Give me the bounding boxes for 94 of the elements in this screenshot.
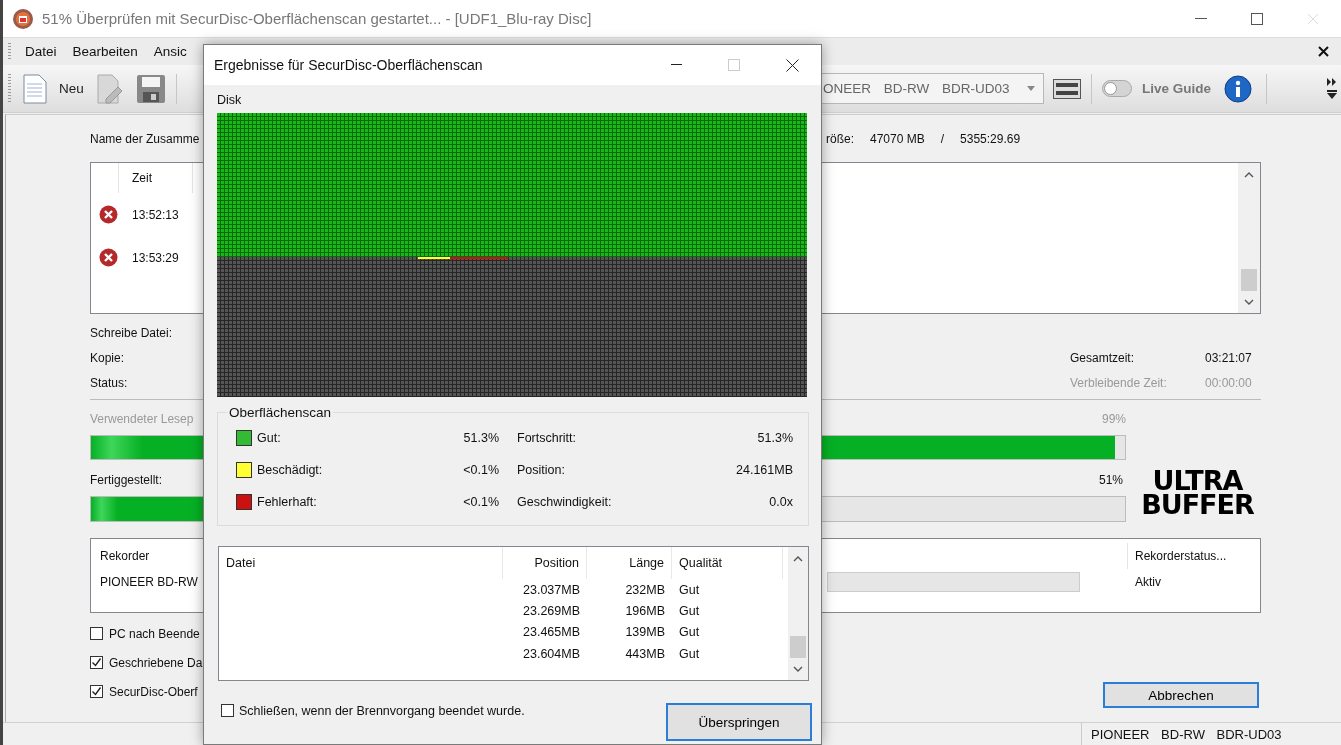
field-label: Geschwindigkeit:	[517, 495, 612, 509]
menu-item[interactable]: Bearbeiten	[65, 44, 145, 59]
chevron-down-icon[interactable]	[793, 665, 803, 673]
scrollbar[interactable]	[1238, 163, 1260, 313]
table-cell-text: PIONEER BD-RW	[100, 575, 199, 589]
scrollbar-thumb[interactable]	[790, 636, 806, 658]
field-label: Gesamtzeit:	[1070, 350, 1136, 365]
field-label: Verwendeter Lesep	[90, 412, 194, 426]
save-button[interactable]	[135, 73, 166, 104]
column-header[interactable]: Zeit	[119, 163, 193, 193]
table-cell: 13:52:13	[132, 207, 179, 222]
field-label: röße:	[826, 132, 854, 146]
field-value: <0.1%	[463, 463, 499, 477]
column-header[interactable]: Länge	[587, 547, 672, 579]
table-cell-text: Aktiv	[1134, 575, 1162, 589]
checkbox-label: PC nach Beende	[109, 626, 200, 641]
progress-reading: 51%	[1098, 473, 1123, 487]
drive-button[interactable]	[1053, 78, 1081, 99]
progress-reading: 99%	[1101, 412, 1126, 426]
table-cell-text: 23.269MB	[522, 603, 581, 618]
minimize-icon[interactable]	[1195, 17, 1207, 20]
caret-icon[interactable]	[1027, 86, 1035, 91]
close-icon[interactable]	[1318, 46, 1329, 57]
field-value: 47070 MB	[870, 132, 925, 146]
cancel-button[interactable]: Abbrechen	[1103, 682, 1259, 708]
field-value: 24.161MB	[736, 463, 793, 477]
checkbox[interactable]	[90, 685, 103, 698]
field-value: 51.3%	[463, 431, 499, 445]
field-label: Status:	[90, 375, 129, 390]
table-cell-text: 23.604MB	[522, 646, 581, 661]
brand-logo: ULTRA BUFFER	[1140, 469, 1255, 517]
scrollbar-thumb[interactable]	[1241, 269, 1257, 291]
field-value: 00:00:00	[1205, 375, 1253, 390]
info-button[interactable]	[1224, 74, 1253, 103]
dialog-title: Ergebnisse für SecurDisc-Oberflächenscan	[214, 57, 483, 73]
field-value: 51.3%	[757, 431, 793, 445]
checkbox-label: SecurDisc-Oberf	[109, 684, 198, 699]
field-label: Schreibe Datei:	[90, 325, 174, 340]
table-cell: 13:53:29	[132, 250, 179, 265]
table-cell-text: 196MB	[624, 603, 666, 618]
column-header[interactable]: Position	[503, 547, 587, 579]
table-cell-text: Gut	[678, 603, 701, 618]
window-title: 51% Überprüfen mit SecurDisc-Oberflächenscan gestartet... - [UDF1_Blu-ray Disc]	[42, 10, 592, 27]
field-label: Name der Zusamme	[90, 132, 201, 146]
field-label: Gut:	[257, 431, 281, 445]
field-label: Beschädigt:	[257, 463, 323, 477]
section-label: Disk	[217, 93, 243, 109]
maximize-icon[interactable]	[1251, 12, 1263, 25]
field-value: <0.1%	[463, 495, 499, 509]
checkbox[interactable]	[90, 656, 103, 669]
field-label: Fertiggestellt:	[90, 473, 163, 487]
field-label: Kopie:	[90, 350, 126, 365]
column-header[interactable]: Rekorderstatus...	[1127, 543, 1260, 569]
separator-text: /	[940, 132, 945, 146]
column-header[interactable]: Qualität	[672, 547, 783, 579]
minimize-icon[interactable]	[670, 64, 682, 66]
toggle-label: Live Guide	[1142, 81, 1212, 96]
checkbox-label: Schließen, wenn der Brennvorgang beendet wurde.	[239, 703, 525, 718]
chevron-up-icon[interactable]	[793, 554, 803, 562]
status-text: PIONEER BD-RW BDR-UD03	[1081, 723, 1331, 745]
column-header[interactable]: Rekorder	[100, 549, 207, 563]
toggle-switch[interactable]	[1102, 80, 1132, 97]
checkbox-label: Geschriebene Da	[109, 655, 203, 670]
column-header[interactable]: Datei	[219, 547, 503, 579]
error-icon	[99, 205, 118, 224]
table-cell-text: 443MB	[624, 646, 666, 661]
skip-button[interactable]: Überspringen	[666, 703, 812, 741]
menu-item[interactable]: Ansic	[146, 44, 194, 59]
chevron-down-icon[interactable]	[1244, 298, 1254, 306]
checkbox[interactable]	[90, 627, 103, 640]
app-icon	[12, 7, 34, 30]
table-cell-text: Gut	[678, 582, 701, 597]
field-label: Verbleibende Zeit:	[1070, 375, 1168, 390]
table-cell-text: 139MB	[624, 625, 666, 640]
scrollbar[interactable]	[788, 547, 808, 680]
field-label: Fortschritt:	[517, 431, 577, 445]
checkbox[interactable]	[221, 704, 234, 717]
group-title: Oberflächenscan	[228, 405, 333, 420]
new-button[interactable]: Neu	[23, 73, 84, 104]
field-value: 5355:29.69	[960, 132, 1021, 146]
chevron-up-icon[interactable]	[1244, 170, 1254, 178]
table-cell-text: 23.465MB	[522, 625, 581, 640]
table-cell-text: 232MB	[624, 582, 666, 597]
table-cell-text: Gut	[678, 625, 701, 640]
field-label: Fehlerhaft:	[257, 495, 317, 509]
table-cell-text: Gut	[678, 646, 701, 661]
field-label: Position:	[517, 463, 565, 477]
table-cell-text: 23.037MB	[522, 582, 581, 597]
field-value: 03:21:07	[1205, 350, 1253, 365]
error-icon	[99, 248, 118, 267]
menu-item[interactable]: Datei	[18, 44, 64, 59]
field-value: 0.0x	[769, 495, 793, 509]
close-icon[interactable]	[785, 58, 799, 72]
overflow-button[interactable]	[1327, 78, 1337, 99]
